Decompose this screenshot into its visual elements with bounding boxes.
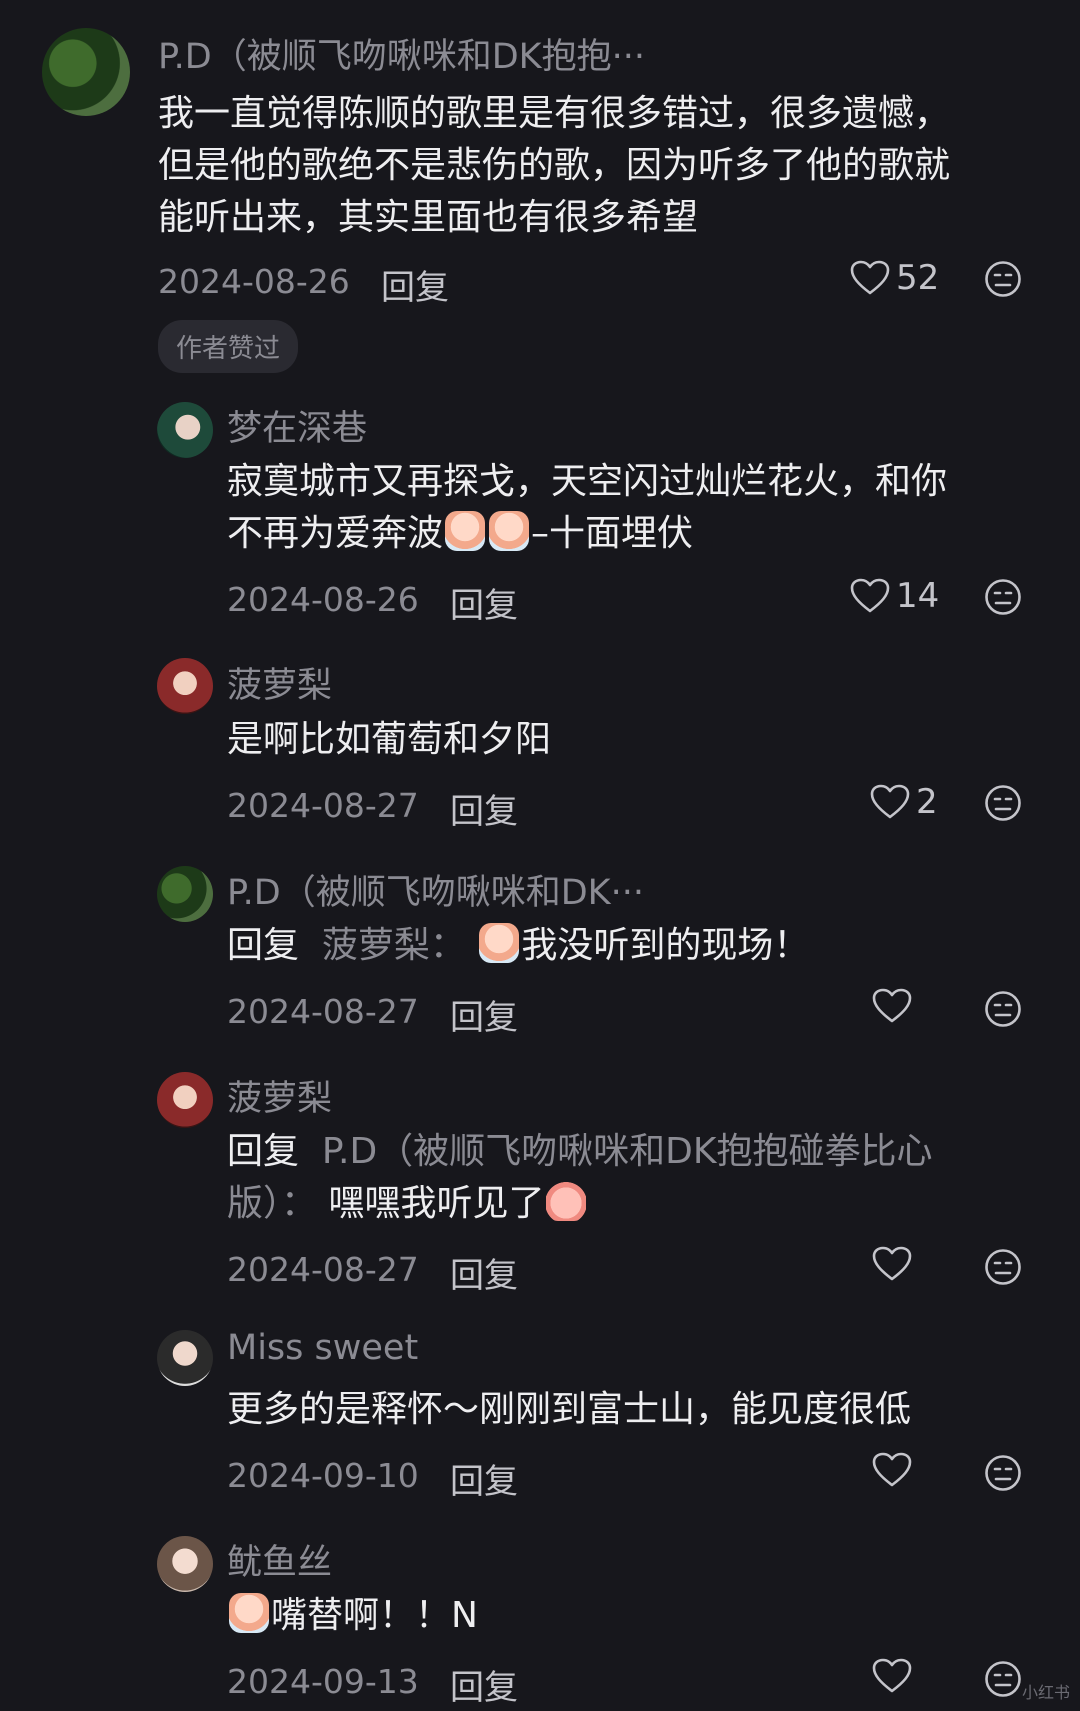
comment-author[interactable]: 菠萝梨 <box>227 1070 332 1121</box>
comment-line: 是啊比如葡萄和夕阳 <box>227 719 552 760</box>
heart-outline-icon <box>872 988 912 1024</box>
emoji-face-icon[interactable] <box>984 1248 1022 1286</box>
comment-line: 但是他的歌绝不是悲伤的歌，因为听多了他的歌就 <box>158 145 951 186</box>
comment-line-part: 嘿嘿我听见了 <box>328 1183 545 1224</box>
emoji-face-icon[interactable] <box>984 1454 1022 1492</box>
crying-emoji <box>479 923 520 963</box>
emoji-face-icon[interactable] <box>984 1660 1022 1698</box>
comment-date: 2024-08-26 <box>227 580 419 619</box>
reply-target[interactable]: P.D（被顺飞吻啾咪和DK抱抱碰拳比心 <box>322 1131 933 1172</box>
comment-line: 不再为爱奔波 –十面埋伏 <box>227 508 947 560</box>
emoji-face-icon[interactable] <box>984 784 1022 822</box>
avatar[interactable] <box>42 28 130 116</box>
comment-text: 寂寞城市又再探戈，天空闪过灿烂花火，和你 不再为爱奔波 –十面埋伏 <box>227 456 947 560</box>
comment-author[interactable]: 鱿鱼丝 <box>227 1534 332 1585</box>
reply-button[interactable]: 回复 <box>450 990 518 1039</box>
heart-outline-icon <box>872 1452 912 1488</box>
comment-text: 回复 P.D（被顺飞吻啾咪和DK抱抱碰拳比心 版）： 嘿嘿我听见了 <box>227 1126 933 1230</box>
like-count: 2 <box>916 782 938 822</box>
reply-target[interactable]: 菠萝梨： <box>322 925 466 966</box>
comment-line-part: 嘴替啊！！N <box>271 1595 478 1636</box>
comment-line: 寂寞城市又再探戈，天空闪过灿烂花火，和你 <box>227 461 948 502</box>
avatar[interactable] <box>157 402 213 458</box>
author-liked-badge: 作者赞过 <box>158 320 299 373</box>
comment-line: 更多的是释怀～刚刚到富士山，能见度很低 <box>227 1389 912 1430</box>
like-button[interactable] <box>872 1658 912 1694</box>
like-count: 52 <box>896 258 940 298</box>
comment-date: 2024-08-27 <box>227 992 419 1031</box>
heart-outline-icon <box>850 260 890 296</box>
reply-button[interactable]: 回复 <box>450 784 518 833</box>
crying-emoji <box>489 511 530 551</box>
avatar[interactable] <box>157 866 213 922</box>
like-button[interactable]: 52 <box>850 258 939 298</box>
comment-date: 2024-09-10 <box>227 1456 419 1495</box>
comment-line: 回复 P.D（被顺飞吻啾咪和DK抱抱碰拳比心 <box>227 1126 933 1178</box>
comment-author[interactable]: P.D（被顺飞吻啾咪和DK抱抱··· <box>158 28 645 79</box>
comment-line-part: –十面埋伏 <box>531 513 694 554</box>
heart-outline-icon <box>870 784 910 820</box>
like-button[interactable]: 14 <box>850 576 939 616</box>
like-button[interactable] <box>872 1246 912 1282</box>
heart-outline-icon <box>850 578 890 614</box>
comment-text: 回复 菠萝梨： 我没听到的现场！ <box>227 920 809 972</box>
comment-text: 是啊比如葡萄和夕阳 <box>227 714 551 766</box>
avatar[interactable] <box>157 1330 213 1386</box>
comment-text: 更多的是释怀～刚刚到富士山，能见度很低 <box>227 1384 911 1436</box>
emoji-face-icon[interactable] <box>984 260 1022 298</box>
crying-emoji <box>445 511 486 551</box>
comment-author[interactable]: 梦在深巷 <box>227 400 367 451</box>
crying-emoji <box>229 1593 269 1633</box>
comment-line: 我一直觉得陈顺的歌里是有很多错过，很多遗憾， <box>158 93 951 134</box>
comment-line: 能听出来，其实里面也有很多希望 <box>158 197 699 238</box>
comment-date: 2024-08-26 <box>158 262 350 301</box>
reply-button[interactable]: 回复 <box>450 1454 518 1503</box>
reply-button[interactable]: 回复 <box>450 578 518 627</box>
comment-line: 嘴替啊！！N <box>227 1590 478 1642</box>
avatar[interactable] <box>157 1536 213 1592</box>
like-button[interactable] <box>872 988 912 1024</box>
peach-emoji <box>546 1181 587 1221</box>
reply-button[interactable]: 回复 <box>381 260 449 309</box>
heart-outline-icon <box>872 1246 912 1282</box>
watermark: 小红书 <box>1021 1683 1070 1702</box>
emoji-face-icon[interactable] <box>984 578 1022 616</box>
heart-outline-icon <box>872 1658 912 1694</box>
comment-text: 我一直觉得陈顺的歌里是有很多错过，很多遗憾， 但是他的歌绝不是悲伤的歌，因为听多… <box>158 88 950 244</box>
reply-button[interactable]: 回复 <box>450 1248 518 1297</box>
reply-prefix: 回复 <box>227 1131 300 1172</box>
avatar[interactable] <box>157 1072 213 1128</box>
reply-target[interactable]: 版）： <box>227 1183 317 1224</box>
like-button[interactable]: 2 <box>870 782 938 822</box>
comment-author[interactable]: 菠萝梨 <box>227 657 332 708</box>
reply-button[interactable]: 回复 <box>450 1660 518 1709</box>
comment-date: 2024-08-27 <box>227 1250 419 1289</box>
comment-line-part: 我没听到的现场！ <box>521 925 810 966</box>
avatar[interactable] <box>157 658 213 714</box>
comment-author[interactable]: Miss sweet <box>227 1328 418 1368</box>
comment-text: 嘴替啊！！N <box>227 1590 478 1642</box>
comment-author[interactable]: P.D（被顺飞吻啾咪和DK··· <box>227 864 644 915</box>
like-button[interactable] <box>872 1452 912 1488</box>
comment-line: 版）： 嘿嘿我听见了 <box>227 1178 933 1230</box>
like-count: 14 <box>896 576 940 616</box>
comment-date: 2024-09-13 <box>227 1662 419 1701</box>
comment-line: 回复 菠萝梨： 我没听到的现场！ <box>227 920 809 972</box>
comment-date: 2024-08-27 <box>227 786 419 825</box>
emoji-face-icon[interactable] <box>984 990 1022 1028</box>
reply-prefix: 回复 <box>227 925 300 966</box>
comment-line-part: 不再为爱奔波 <box>227 513 444 554</box>
